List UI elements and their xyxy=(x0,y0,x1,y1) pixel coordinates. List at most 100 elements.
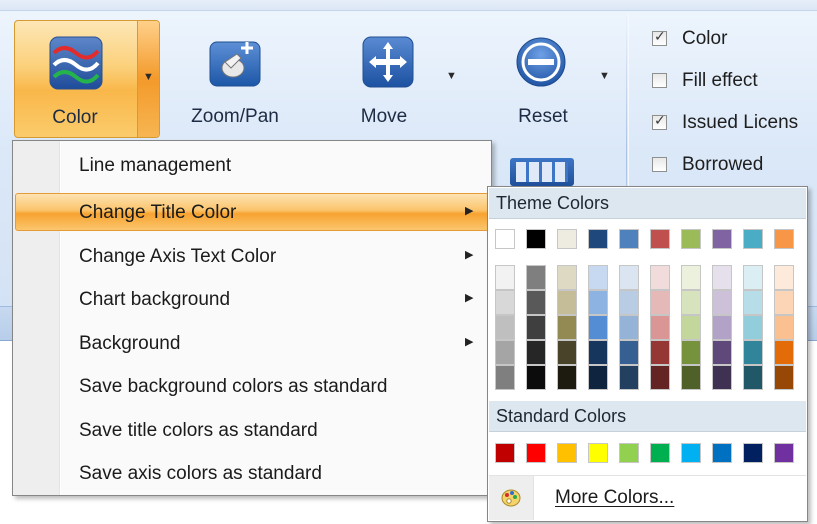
standard-color-swatch[interactable] xyxy=(526,443,546,463)
color-shade-swatch[interactable] xyxy=(712,315,732,340)
checkbox-box[interactable]: ✓ xyxy=(652,28,667,46)
menu-item-label: Save axis colors as standard xyxy=(79,463,322,484)
color-shade-swatch[interactable] xyxy=(712,365,732,390)
color-button[interactable]: ▼ Color xyxy=(14,20,160,138)
color-shade-swatch[interactable] xyxy=(619,290,639,315)
menu-item-line-management[interactable]: Line management xyxy=(15,146,489,184)
color-shade-swatch[interactable] xyxy=(619,340,639,365)
color-shade-swatch[interactable] xyxy=(526,265,546,290)
color-shade-swatch[interactable] xyxy=(526,365,546,390)
menu-item-label: Background xyxy=(79,333,181,354)
checkbox-fill-effect[interactable]: Fill effect xyxy=(652,70,817,94)
standard-color-swatch[interactable] xyxy=(712,443,732,463)
color-shade-swatch[interactable] xyxy=(743,340,763,365)
zoom-pan-button[interactable]: Zoom/Pan xyxy=(180,20,290,138)
color-shade-swatch[interactable] xyxy=(526,290,546,315)
menu-item-save-axis-colors[interactable]: Save axis colors as standard xyxy=(15,454,489,492)
color-shade-swatch[interactable] xyxy=(681,340,701,365)
color-swatch[interactable] xyxy=(588,229,608,249)
checkbox-box[interactable] xyxy=(652,157,667,172)
menu-item-chart-background[interactable]: Chart background ▶ xyxy=(15,280,489,318)
color-split-divider xyxy=(137,21,138,137)
more-colors-button[interactable]: More Colors... xyxy=(489,476,806,520)
color-swatch[interactable] xyxy=(495,229,515,249)
color-shade-swatch[interactable] xyxy=(588,265,608,290)
standard-color-swatch[interactable] xyxy=(588,443,608,463)
theme-colors-header: Theme Colors xyxy=(489,188,806,219)
standard-color-swatch[interactable] xyxy=(557,443,577,463)
color-shade-swatch[interactable] xyxy=(495,340,515,365)
color-shade-swatch[interactable] xyxy=(588,365,608,390)
menu-item-save-background-colors[interactable]: Save background colors as standard xyxy=(15,367,489,405)
checkbox-issued-licenses[interactable]: ✓ Issued Licens xyxy=(652,112,817,136)
color-swatch[interactable] xyxy=(681,229,701,249)
color-shade-swatch[interactable] xyxy=(526,340,546,365)
color-shade-swatch[interactable] xyxy=(557,290,577,315)
color-shade-swatch[interactable] xyxy=(557,265,577,290)
color-swatch[interactable] xyxy=(650,229,670,249)
color-shade-swatch[interactable] xyxy=(712,265,732,290)
color-shade-swatch[interactable] xyxy=(495,290,515,315)
color-shade-swatch[interactable] xyxy=(495,265,515,290)
color-shade-swatch[interactable] xyxy=(774,315,794,340)
color-shade-swatch[interactable] xyxy=(681,265,701,290)
color-shade-swatch[interactable] xyxy=(774,290,794,315)
color-shade-swatch[interactable] xyxy=(557,315,577,340)
menu-item-save-title-colors[interactable]: Save title colors as standard xyxy=(15,411,489,449)
color-swatch[interactable] xyxy=(619,229,639,249)
menu-item-background[interactable]: Background ▶ xyxy=(15,324,489,362)
color-shade-swatch[interactable] xyxy=(774,265,794,290)
standard-color-swatch[interactable] xyxy=(774,443,794,463)
color-shade-swatch[interactable] xyxy=(557,340,577,365)
checkbox-box[interactable] xyxy=(652,73,667,88)
color-shade-swatch[interactable] xyxy=(526,315,546,340)
color-shade-swatch[interactable] xyxy=(712,340,732,365)
color-swatch[interactable] xyxy=(557,229,577,249)
color-shade-swatch[interactable] xyxy=(774,340,794,365)
color-shade-swatch[interactable] xyxy=(588,290,608,315)
move-dropdown-arrow[interactable]: ▼ xyxy=(446,70,457,82)
menu-item-change-title-color[interactable]: Change Title Color ▶ xyxy=(15,193,489,231)
color-shade-swatch[interactable] xyxy=(650,340,670,365)
color-shade-swatch[interactable] xyxy=(681,315,701,340)
color-shade-swatch[interactable] xyxy=(650,315,670,340)
color-shade-swatch[interactable] xyxy=(743,315,763,340)
standard-color-swatch[interactable] xyxy=(650,443,670,463)
color-shade-swatch[interactable] xyxy=(681,290,701,315)
color-shade-swatch[interactable] xyxy=(650,290,670,315)
standard-colors-header: Standard Colors xyxy=(489,401,806,432)
standard-color-swatch[interactable] xyxy=(495,443,515,463)
reset-button[interactable]: ▼ Reset xyxy=(495,20,615,138)
color-shade-swatch[interactable] xyxy=(774,365,794,390)
color-swatch[interactable] xyxy=(774,229,794,249)
color-shade-swatch[interactable] xyxy=(495,315,515,340)
checkbox-borrowed[interactable]: Borrowed xyxy=(652,154,817,178)
color-shade-swatch[interactable] xyxy=(650,265,670,290)
color-shade-swatch[interactable] xyxy=(743,290,763,315)
color-shade-swatch[interactable] xyxy=(619,265,639,290)
reset-label: Reset xyxy=(518,106,568,127)
standard-color-swatch[interactable] xyxy=(743,443,763,463)
color-swatch[interactable] xyxy=(526,229,546,249)
checkbox-color[interactable]: ✓ Color xyxy=(652,28,817,52)
checkbox-box[interactable]: ✓ xyxy=(652,112,667,130)
color-shade-swatch[interactable] xyxy=(588,315,608,340)
menu-item-label: Line management xyxy=(79,155,232,176)
color-shade-swatch[interactable] xyxy=(557,365,577,390)
color-shade-swatch[interactable] xyxy=(650,365,670,390)
standard-color-swatch[interactable] xyxy=(681,443,701,463)
color-swatch[interactable] xyxy=(712,229,732,249)
standard-color-swatch[interactable] xyxy=(619,443,639,463)
color-shade-swatch[interactable] xyxy=(743,265,763,290)
menu-item-change-axis-text-color[interactable]: Change Axis Text Color ▶ xyxy=(15,237,489,275)
color-shade-swatch[interactable] xyxy=(619,365,639,390)
color-shade-swatch[interactable] xyxy=(495,365,515,390)
color-shade-swatch[interactable] xyxy=(588,340,608,365)
color-shade-swatch[interactable] xyxy=(743,365,763,390)
color-shade-swatch[interactable] xyxy=(619,315,639,340)
color-swatch[interactable] xyxy=(743,229,763,249)
reset-dropdown-arrow[interactable]: ▼ xyxy=(599,70,610,82)
color-shade-swatch[interactable] xyxy=(681,365,701,390)
move-button[interactable]: ▼ Move xyxy=(338,20,462,138)
color-shade-swatch[interactable] xyxy=(712,290,732,315)
